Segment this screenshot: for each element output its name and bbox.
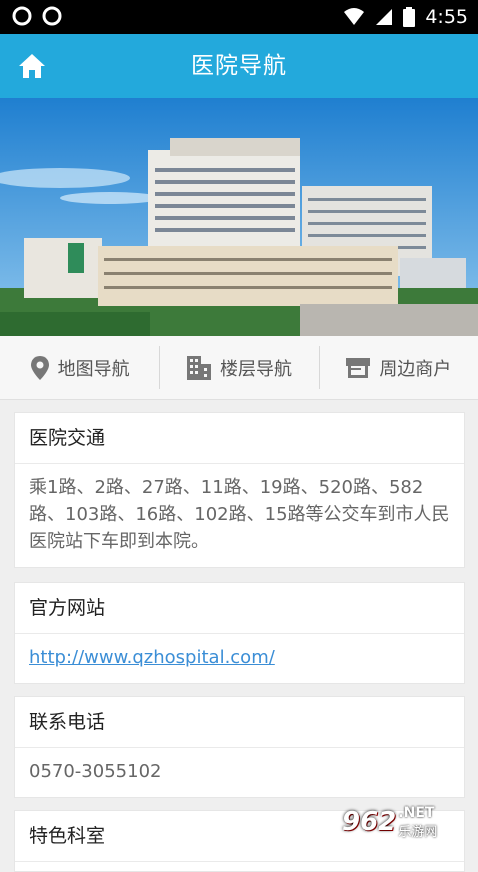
traffic-card-body: 乘1路、2路、27路、11路、19路、520路、582路、103路、16路、10… — [29, 477, 450, 552]
traffic-card: 医院交通 乘1路、2路、27路、11路、19路、520路、582路、103路、1… — [14, 412, 465, 568]
tab-map-navigation[interactable]: 地图导航 — [0, 336, 159, 399]
status-time: 4:55 — [425, 6, 468, 28]
website-card-title: 官方网站 — [15, 583, 464, 634]
phone-card-title: 联系电话 — [15, 697, 464, 748]
tab-nearby-merchants[interactable]: 周边商户 — [318, 336, 478, 399]
tab-nearby-merchants-label: 周边商户 — [379, 358, 452, 380]
watermark-number: 962 — [342, 807, 397, 837]
nav-tabs: 地图导航 楼层导航 周边商户 — [0, 336, 478, 400]
status-bar: 4:55 — [0, 0, 478, 34]
website-card: 官方网站 http://www.qzhospital.com/ — [14, 582, 465, 684]
phone-card: 联系电话 0570-3055102 — [14, 696, 465, 798]
sync-notification-icon-2 — [42, 6, 62, 26]
website-card-body: http://www.qzhospital.com/ — [15, 634, 464, 683]
page-title: 医院导航 — [191, 53, 287, 79]
wifi-icon — [344, 8, 365, 25]
watermark-suffix: .NET — [398, 804, 435, 821]
watermark-subtitle: 乐游网 — [398, 824, 438, 840]
watermark-logo: 962 .NET 乐游网 — [342, 801, 472, 843]
store-icon — [346, 357, 371, 378]
hospital-banner-image — [0, 98, 478, 336]
tab-map-navigation-label: 地图导航 — [57, 358, 130, 380]
app-bar: 医院导航 — [0, 34, 478, 98]
tab-floor-navigation-label: 楼层导航 — [219, 358, 292, 380]
building-icon — [186, 355, 211, 380]
traffic-card-title: 医院交通 — [15, 413, 464, 464]
phone-number[interactable]: 0570-3055102 — [15, 748, 464, 797]
website-link[interactable]: http://www.qzhospital.com/ — [29, 647, 275, 668]
map-pin-icon — [30, 355, 49, 380]
tab-floor-navigation[interactable]: 楼层导航 — [159, 336, 318, 399]
sync-notification-icon — [12, 6, 32, 26]
battery-icon — [403, 7, 416, 27]
signal-icon — [376, 9, 393, 25]
